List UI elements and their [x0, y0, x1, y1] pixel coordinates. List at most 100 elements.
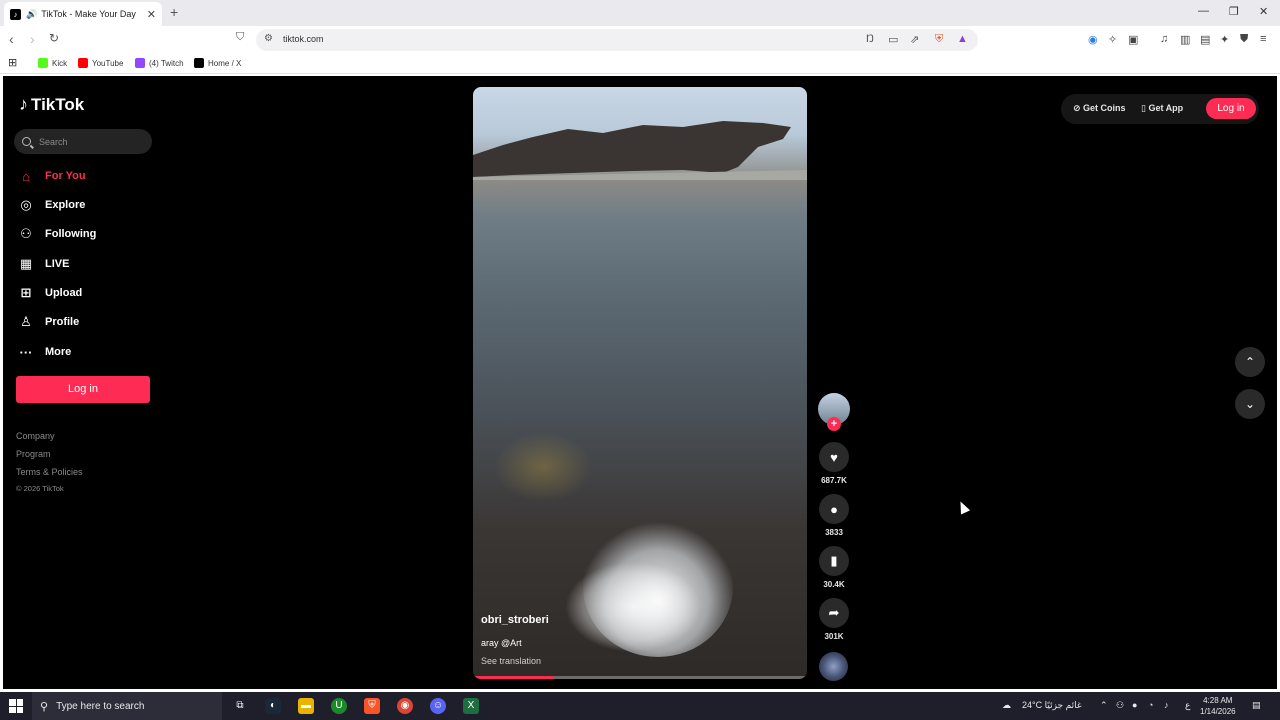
nav-explore[interactable]: ◎ Explore [17, 195, 85, 215]
footer-program-link[interactable]: Program [16, 449, 51, 459]
tray-overflow-icon[interactable]: ⌃ [1100, 700, 1108, 711]
share-count: 301K [824, 632, 844, 641]
forward-icon[interactable]: › [30, 31, 35, 47]
get-coins-button[interactable]: ⊘ Get Coins [1073, 103, 1126, 114]
footer-company-link[interactable]: Company [16, 431, 55, 441]
save-action[interactable]: ▮ 30.4K [817, 546, 851, 589]
profile-icon: ♙ [20, 314, 32, 329]
video-player[interactable]: obri_stroberi aray @Art See translation [473, 87, 807, 679]
heart-icon[interactable]: ♥ [819, 442, 849, 472]
minimize-button[interactable]: — [1198, 5, 1209, 17]
wifi-icon[interactable]: ◔ [1148, 700, 1153, 710]
weather-text[interactable]: 24°C غائم جزئيًا [1022, 700, 1082, 711]
video-progress-bar[interactable] [473, 676, 807, 679]
site-settings-icon[interactable]: ⚙ [264, 33, 273, 44]
windows-start-icon[interactable] [9, 699, 23, 713]
sidebar-login-button[interactable]: Log in [16, 376, 150, 403]
translate-icon[interactable]: Ŋ [866, 33, 874, 45]
mouse-cursor [955, 499, 971, 515]
excel-icon[interactable]: X [463, 698, 479, 714]
wallet-icon[interactable]: ▣ [1128, 33, 1138, 46]
like-count: 687.7K [821, 476, 847, 485]
network-icon[interactable]: ⚇ [1116, 700, 1124, 711]
get-app-button[interactable]: ▯ Get App [1141, 103, 1183, 114]
brave-rewards-icon[interactable]: ▲ [957, 33, 968, 45]
share-action[interactable]: ➦ 301K [817, 598, 851, 641]
comment-icon[interactable]: ● [819, 494, 849, 524]
bookmark-x[interactable]: Home / X [194, 58, 241, 68]
apps-grid-icon[interactable]: ⊞ [8, 56, 17, 69]
audio-icon[interactable]: ◉ [1088, 33, 1098, 46]
tiktok-logo[interactable]: ♪ TikTok [19, 94, 84, 115]
save-count: 30.4K [823, 580, 845, 589]
bookmark-twitch[interactable]: (4) Twitch [135, 58, 184, 68]
copyright: © 2026 TikTok [16, 484, 64, 493]
media-icon[interactable]: ♫ [1160, 33, 1168, 45]
back-icon[interactable]: ‹ [9, 31, 14, 47]
bookmark-icon[interactable]: ⛉ [236, 31, 244, 44]
more-icon: ··· [19, 344, 33, 360]
new-tab-button[interactable]: + [170, 4, 178, 20]
header-login-button[interactable]: Log in [1206, 98, 1256, 119]
see-translation-link[interactable]: See translation [481, 656, 541, 666]
following-icon: ⚇ [20, 226, 32, 241]
video-username[interactable]: obri_stroberi [481, 614, 549, 626]
leo-icon[interactable]: ✦ [1220, 33, 1229, 46]
nav-profile[interactable]: ♙ Profile [17, 312, 79, 332]
music-disc-icon[interactable] [819, 652, 848, 681]
nav-upload[interactable]: ⊞ Upload [17, 283, 83, 303]
volume-icon[interactable]: ♪ [1164, 700, 1169, 710]
nav-following[interactable]: ⚇ Following [17, 224, 96, 244]
chrome-icon[interactable]: ◉ [397, 698, 413, 714]
extensions-icon[interactable]: ✧ [1108, 33, 1117, 46]
vpn-icon[interactable]: ⛊ [1240, 33, 1248, 46]
live-icon: ▦ [19, 256, 33, 271]
taskbar-search-input[interactable]: ⚲ Type here to search [32, 692, 222, 720]
nav-for-you[interactable]: ⌂ For You [17, 166, 85, 186]
app-u-icon[interactable]: U [331, 698, 347, 714]
video-description[interactable]: aray @Art [481, 638, 522, 648]
speaker-icon[interactable]: 🔊 [26, 9, 37, 20]
search-input[interactable]: Search [14, 129, 152, 154]
sidebar-icon[interactable]: ▥ [1180, 33, 1190, 46]
cast-icon[interactable]: ▭ [888, 33, 898, 46]
brave-shield-icon[interactable]: ⛨ [935, 33, 943, 46]
task-view-icon[interactable]: ⧉ [232, 698, 248, 714]
share-icon[interactable]: ⇗ [910, 33, 919, 46]
maximize-button[interactable]: ❐ [1229, 5, 1239, 18]
brave-browser-icon[interactable]: ⛨ [364, 698, 380, 714]
home-icon: ⌂ [22, 168, 30, 184]
steam-icon[interactable]: ◐ [265, 698, 281, 714]
bookmarks-bar: ⊞ Kick YouTube (4) Twitch Home / X [0, 54, 1280, 74]
address-bar[interactable]: ⚙ tiktok.com Ŋ ▭ ⇗ ⛨ ▲ [256, 29, 978, 51]
close-tab-icon[interactable]: ✕ [147, 8, 156, 21]
nav-live[interactable]: ▦ LIVE [17, 254, 70, 274]
search-icon [22, 137, 31, 146]
tab-title: TikTok - Make Your Day [41, 9, 136, 19]
share-arrow-icon[interactable]: ➦ [819, 598, 849, 628]
menu-icon[interactable]: ≡ [1260, 33, 1266, 45]
follow-plus-icon[interactable]: + [827, 417, 841, 431]
weather-icon[interactable]: ☁ [1002, 700, 1011, 711]
discord-icon[interactable]: ☺ [430, 698, 446, 714]
footer-terms-link[interactable]: Terms & Policies [16, 467, 83, 477]
bookmark-kick[interactable]: Kick [38, 58, 67, 68]
bookmark-save-icon[interactable]: ▮ [819, 546, 849, 576]
nav-more[interactable]: ··· More [17, 342, 72, 362]
previous-video-button[interactable]: ⌃ [1235, 347, 1265, 377]
close-window-button[interactable]: ✕ [1259, 5, 1268, 18]
clock[interactable]: 4:28 AM 1/14/2026 [1200, 695, 1236, 717]
comment-action[interactable]: ● 3833 [817, 494, 851, 537]
clock-time: 4:28 AM [1203, 696, 1233, 705]
browser-tab[interactable]: ♪ 🔊 TikTok - Make Your Day ✕ [4, 2, 162, 26]
file-explorer-icon[interactable]: ▬ [298, 698, 314, 714]
like-action[interactable]: ♥ 687.7K [817, 442, 851, 485]
wallet2-icon[interactable]: ▤ [1200, 33, 1210, 46]
language-indicator[interactable]: ع [1185, 700, 1190, 711]
microphone-icon[interactable]: ● [1132, 700, 1137, 710]
comment-count: 3833 [825, 528, 843, 537]
notifications-icon[interactable]: ▤ [1252, 700, 1261, 711]
next-video-button[interactable]: ⌄ [1235, 389, 1265, 419]
reload-icon[interactable]: ↻ [49, 31, 59, 45]
bookmark-youtube[interactable]: YouTube [78, 58, 123, 68]
